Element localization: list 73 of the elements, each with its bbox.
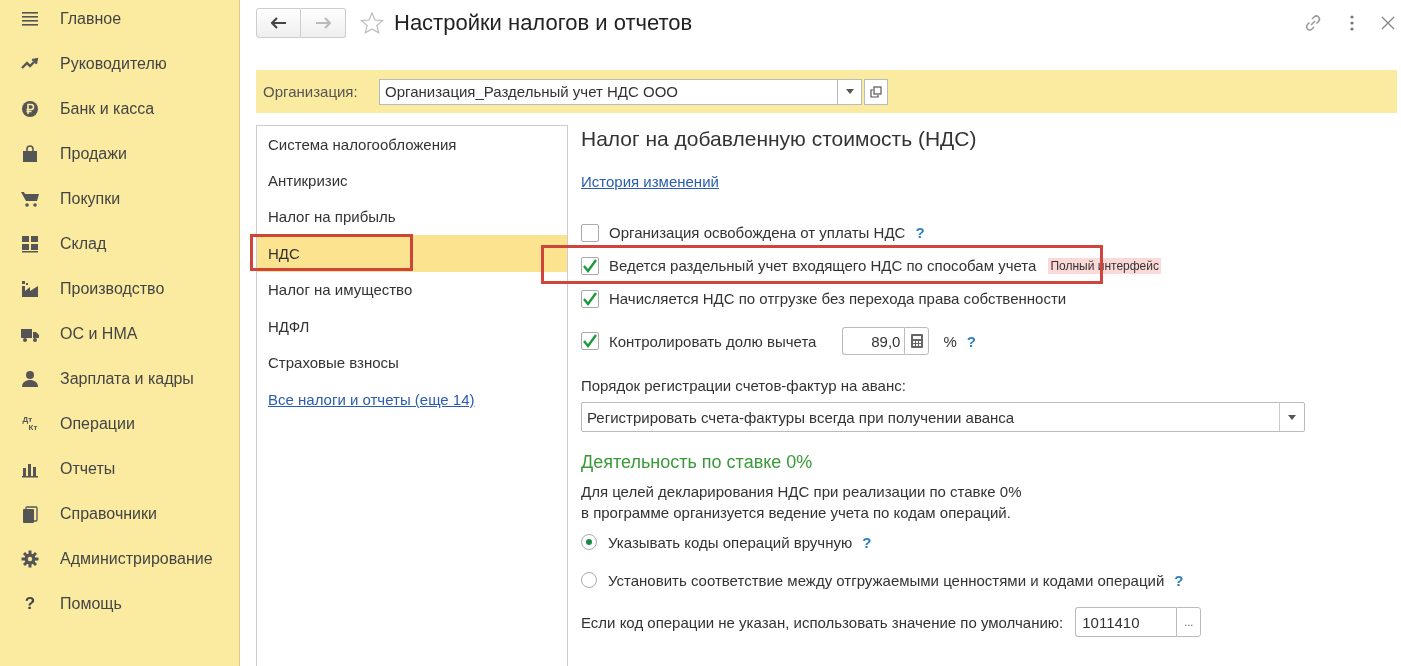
debit-credit-icon: Дт Кт [22, 415, 38, 432]
subsection-title: Деятельность по ставке 0% [581, 452, 813, 473]
radio-button[interactable] [581, 572, 597, 588]
section-title: Налог на добавленную стоимость (НДС) [581, 127, 977, 151]
right-arrow-icon [315, 17, 331, 29]
books-icon [21, 504, 39, 523]
factory-icon [21, 279, 39, 298]
checkbox[interactable] [581, 332, 599, 350]
sidebar-item[interactable]: Банк и касса [0, 86, 239, 131]
calculator-button[interactable] [904, 327, 930, 355]
section-item[interactable]: Антикризис [257, 162, 567, 199]
sidebar-item[interactable]: Продажи [0, 131, 239, 176]
radio-label: Указывать коды операций вручную [608, 533, 853, 551]
shopping-bag-icon [21, 144, 39, 163]
window-title: Настройки налогов и отчетов [394, 10, 693, 36]
sidebar-item[interactable]: Дт Кт Операции [0, 401, 239, 446]
radio-button[interactable] [581, 534, 597, 550]
sidebar-item[interactable]: Зарплата и кадры [0, 356, 239, 401]
checkbox[interactable] [581, 256, 599, 275]
section-item[interactable]: Страховые взносы [257, 344, 567, 381]
history-link[interactable]: История изменений [581, 173, 719, 190]
field-label: Порядок регистрации счетов-фактур на аванс: [581, 377, 906, 394]
section-item[interactable]: Система налогообложения [257, 126, 567, 163]
section-item[interactable]: НДФЛ [257, 307, 567, 345]
link-icon[interactable] [1303, 13, 1323, 33]
checkbox-label: Контролировать долю вычета [609, 332, 817, 350]
checkbox[interactable] [581, 223, 599, 242]
sidebar-item[interactable]: Покупки [0, 176, 239, 221]
cart-icon [21, 189, 39, 208]
invoice-order-select[interactable]: Регистрировать счета-фактуры всегда при получении аванса [581, 402, 1305, 432]
organization-label: Организация: [263, 83, 359, 100]
sidebar-item[interactable]: Склад [0, 221, 239, 266]
field-label: Если код операции не указан, использовать значение по умолчанию: [581, 613, 1064, 631]
warehouse-icon [21, 234, 39, 253]
more-icon[interactable] [1349, 14, 1355, 32]
sidebar-item[interactable]: Производство [0, 266, 239, 311]
sidebar-item[interactable]: Справочники [0, 491, 239, 536]
select-button[interactable]: ... [1176, 607, 1202, 637]
settings-icon [21, 549, 39, 568]
all-taxes-link[interactable]: Все налоги и отчеты (еще 14) [268, 390, 475, 408]
help-link[interactable]: ? [915, 224, 925, 241]
calculator-icon [910, 334, 923, 348]
open-window-icon [870, 85, 882, 98]
sidebar-item[interactable]: ОС и НМА [0, 311, 239, 356]
sidebar-item[interactable]: ? Помощь [0, 581, 239, 626]
sidebar-item[interactable]: Главное [0, 0, 239, 41]
checkbox-label: Ведется раздельный учет входящего НДС по способам учета [609, 257, 1037, 274]
unit-label: % [943, 332, 957, 350]
person-icon [21, 369, 39, 388]
menu-icon [21, 9, 39, 28]
back-button[interactable] [256, 8, 301, 38]
organization-field[interactable]: Организация_Раздельный учет НДС ООО [379, 78, 838, 105]
checkbox-label: Организация освобождена от уплаты НДС [609, 224, 906, 241]
left-arrow-icon [270, 17, 287, 29]
ruble-coin-icon [21, 99, 39, 118]
sidebar-item[interactable]: Отчеты [0, 446, 239, 491]
caret-icon [1288, 414, 1296, 420]
help-icon: ? [24, 593, 36, 614]
section-item[interactable]: Налог на прибыль [257, 198, 567, 236]
sidebar-item[interactable]: Руководителю [0, 41, 239, 86]
sidebar-item[interactable]: Администрирование [0, 536, 239, 581]
section-item[interactable]: Налог на имущество [257, 271, 567, 308]
caret-icon [845, 89, 854, 94]
description-text: Для целей декларирования НДС при реализации по ставке 0% в программе организуется ведение учета по кодам операций. [581, 482, 1022, 523]
star-icon[interactable] [360, 11, 384, 35]
dropdown-button[interactable] [838, 78, 862, 105]
radio-label: Установить соответствие между отгружаемыми ценностями и кодами операций [608, 571, 1165, 589]
help-link[interactable]: ? [862, 533, 872, 551]
checkbox-label: Начисляется НДС по отгрузке без перехода права собственности [609, 290, 1067, 307]
help-link[interactable]: ? [966, 332, 976, 350]
close-icon[interactable] [1381, 16, 1395, 30]
help-link[interactable]: ? [1174, 571, 1184, 589]
checkbox[interactable] [581, 289, 599, 308]
